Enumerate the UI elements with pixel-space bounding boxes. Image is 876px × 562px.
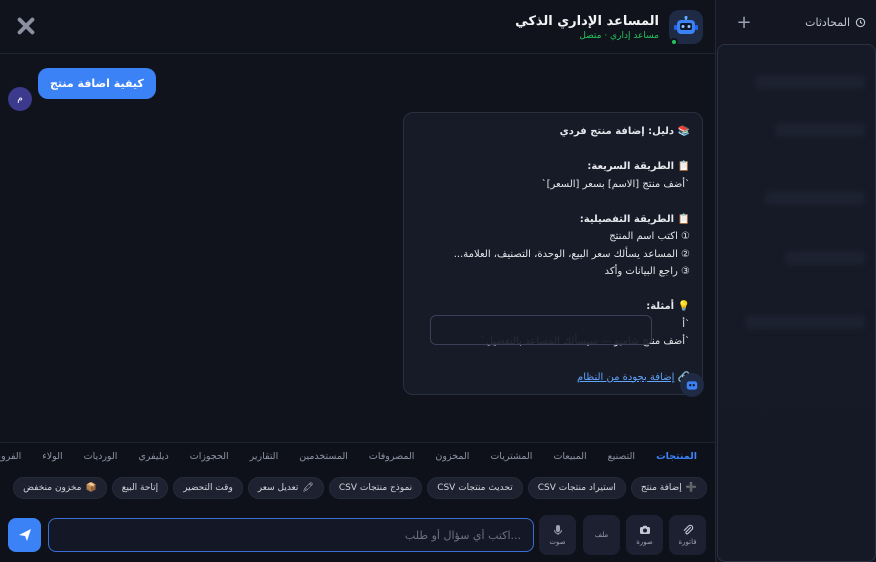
user-message: م كيفية اضافة منتج [8,68,156,111]
new-conversation-button[interactable]: + [734,12,754,33]
assistant-title: المساعد الإداري الذكي [515,13,659,29]
examples-heading: 💡 أمثلة: [646,301,690,312]
composer-area: المنتجات التصنيع المبيعات المشتريات المخزون ا… [0,442,715,562]
quick-action-chip[interactable]: استيراد منتجات CSV [527,477,626,499]
popup-overlay [430,315,652,345]
conversations-sidebar: + المحادثات [715,0,876,562]
tab-10[interactable]: الورديات [84,451,118,462]
user-message-bubble: كيفية اضافة منتج [38,68,156,99]
list-item[interactable] [745,315,865,329]
quick-action-chip[interactable]: 📦 مخزون منخفض [13,477,107,499]
invoice-label: فاتورة [678,538,697,546]
image-button[interactable]: صورة [626,515,663,555]
chip-label: وقت التحضير [183,483,233,493]
assistant-status: مساعد إداري · متصل [579,30,659,41]
chip-label: تعديل سعر [257,483,299,493]
quick-action-chip[interactable]: 🖍 تعديل سعر [247,477,324,499]
image-label: صورة [636,538,653,546]
chip-label: إضافة منتج [640,483,682,493]
step-1: ① اكتب اسم المنتج [609,231,690,242]
chip-icon: ➕ [685,483,697,493]
assistant-message-bubble: 📚 دليل: إضافة منتج فردي 📋 الطريقة السريع… [403,112,703,395]
tab-2[interactable]: المبيعات [553,451,586,462]
quick-action-chips: ➕ إضافة منتج استيراد منتجات CSV تحديث منتجا… [13,477,707,499]
list-item[interactable] [785,251,865,265]
tab-5[interactable]: المصروفات [369,451,414,462]
assistant-message: 📚 دليل: إضافة منتج فردي 📋 الطريقة السريع… [403,112,703,395]
quick-action-chip[interactable]: نموذج منتجات CSV [328,477,423,499]
guide-title: 📚 دليل: إضافة منتج فردي [559,126,690,137]
assistant-avatar-icon [680,373,704,397]
sidebar-title: المحادثات [805,16,866,29]
tab-7[interactable]: التقارير [250,451,279,462]
tab-12[interactable]: الفروع [0,451,21,462]
chip-label: استيراد منتجات CSV [537,483,616,493]
tab-8[interactable]: الحجوزات [190,451,229,462]
tab-6[interactable]: المستخدمين [299,451,348,462]
invoice-button[interactable]: فاتورة [669,515,706,555]
file-button[interactable]: ملف [583,515,620,555]
chip-label: تحديث منتجات CSV [437,483,513,493]
history-icon [855,17,866,27]
chip-icon: 📦 [85,483,97,493]
avatar: م [8,87,32,111]
quick-action-chip[interactable]: إتاحة البيع [111,477,169,499]
detailed-method-heading: 📋 الطريقة التفصيلية: [579,213,690,225]
system-link[interactable]: إضافة بجودة من النظام [577,372,674,383]
step-2: ② المساعد يسألك سعر البيع، الوحدة، التصن… [453,248,690,260]
chip-icon: 🖍 [302,483,314,493]
chat-header: المساعد الإداري الذكي مساعد إداري · متصل [0,0,715,54]
step-3: ③ راجع البيانات وأكد [604,266,690,277]
send-icon [18,529,31,541]
message-input[interactable] [48,518,534,552]
sidebar-header: + المحادثات [716,0,876,44]
chip-label: إتاحة البيع [121,483,159,493]
tab-4[interactable]: المخزون [435,451,469,462]
tab-1[interactable]: التصنيع [608,451,635,462]
tab-0[interactable]: المنتجات [656,451,697,462]
voice-button[interactable]: صوت [539,515,576,555]
chip-label: نموذج منتجات CSV [338,483,413,493]
conversation-list [717,44,876,562]
list-item[interactable] [765,191,865,205]
quick-action-chip[interactable]: تحديث منتجات CSV [427,477,523,499]
close-button[interactable] [14,14,38,38]
input-row: صوت ملف صورة فاتورة [8,515,707,555]
robot-icon [669,10,703,46]
send-button[interactable] [8,518,41,552]
online-indicator [670,38,678,46]
tab-9[interactable]: ديليفري [138,451,168,462]
assistant-brand: المساعد الإداري الذكي مساعد إداري · متصل [515,10,703,46]
voice-label: صوت [549,538,566,546]
category-tabs: المنتجات التصنيع المبيعات المشتريات المخزون ا… [0,451,697,462]
quick-action-chip[interactable]: وقت التحضير [173,477,243,499]
file-label: ملف [594,531,609,539]
paperclip-icon [683,524,693,535]
list-item[interactable] [775,123,865,137]
chip-label: مخزون منخفض [23,483,82,493]
tab-11[interactable]: الولاء [42,451,62,462]
quick-action-chip[interactable]: ➕ إضافة منتج [630,477,707,499]
microphone-icon [553,525,562,535]
camera-icon [639,525,650,534]
chat-area: المساعد الإداري الذكي مساعد إداري · متصل… [0,0,715,562]
list-item[interactable] [755,75,865,89]
quick-method-command: `أضف منتج [الاسم] بسعر [السعر]` [541,178,690,190]
sidebar-title-text: المحادثات [805,15,850,29]
system-link-row: 🔗 إضافة بجودة من النظام [577,369,690,387]
tab-3[interactable]: المشتريات [490,451,532,462]
quick-method-heading: 📋 الطريقة السريعة: [587,161,690,172]
